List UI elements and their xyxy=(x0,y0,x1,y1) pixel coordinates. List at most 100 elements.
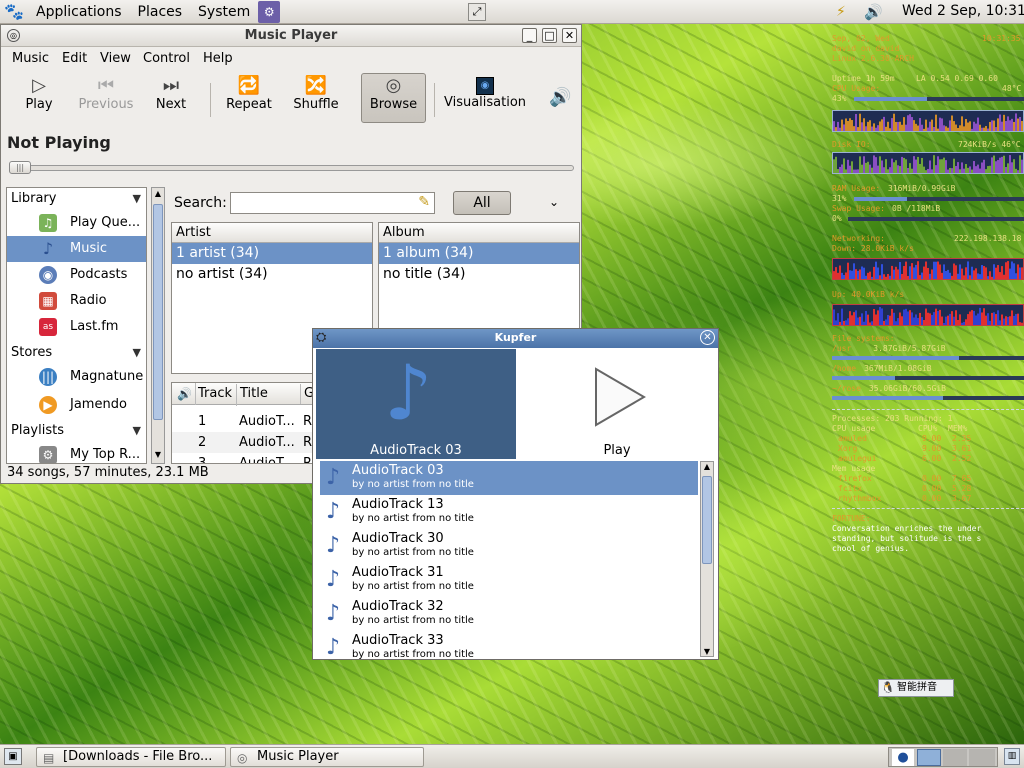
places-menu[interactable]: Places xyxy=(130,0,191,24)
menu-control[interactable]: Control xyxy=(143,51,190,66)
kupfer-list-item[interactable]: ♪ AudioTrack 03 by no artist from no title xyxy=(320,461,698,495)
kupfer-action-pane[interactable]: Play xyxy=(516,349,718,459)
kupfer-object-pane[interactable]: ♪ AudioTrack 03 xyxy=(316,349,516,459)
graph-bar xyxy=(941,316,943,325)
filter-dropdown[interactable]: ⌄ xyxy=(549,195,559,209)
workspace-switcher[interactable]: ● xyxy=(888,747,998,767)
ime-indicator[interactable]: 🐧 智能拼音 xyxy=(878,679,954,697)
launcher-icon[interactable]: ⚙ xyxy=(258,0,281,23)
artist-row[interactable]: no artist (34) xyxy=(172,264,372,285)
graph-bar xyxy=(865,275,867,279)
graph-bar xyxy=(883,167,885,173)
kupfer-list-item[interactable]: ♪ AudioTrack 32 by no artist from no title xyxy=(320,597,698,631)
title-column-header[interactable]: Title xyxy=(236,384,298,406)
browse-button[interactable]: ◎ Browse xyxy=(361,73,426,123)
album-row-all[interactable]: 1 album (34) xyxy=(379,243,579,264)
all-button[interactable]: All xyxy=(453,191,511,215)
graph-bar xyxy=(987,166,989,173)
kupfer-list-item[interactable]: ♪ AudioTrack 31 by no artist from no title xyxy=(320,563,698,597)
library-header[interactable]: Library ▼ xyxy=(7,188,146,210)
show-desktop-icon[interactable]: ⤢ xyxy=(468,3,486,21)
show-desktop-button[interactable]: ▣ xyxy=(4,748,22,765)
visualisation-button[interactable]: ◉ Visualisation xyxy=(443,75,527,123)
album-header[interactable]: Album xyxy=(379,223,579,243)
graph-bar xyxy=(947,127,949,131)
sidebar-item-podcasts[interactable]: ◉ Podcasts xyxy=(7,262,146,288)
system-menu[interactable]: System xyxy=(190,0,258,24)
sidebar-item-magnatune[interactable]: ||| Magnatune xyxy=(7,364,146,390)
menu-edit[interactable]: Edit xyxy=(62,51,87,66)
sidebar-item-radio[interactable]: ▦ Radio xyxy=(7,288,146,314)
menu-music[interactable]: Music xyxy=(12,51,49,66)
graph-bar xyxy=(837,169,839,173)
minimize-button[interactable]: _ xyxy=(522,28,537,43)
sidebar-item-play-queue[interactable]: ♫ Play Que... xyxy=(7,210,146,236)
file-browser-icon: ▤ xyxy=(43,751,55,765)
graph-bar xyxy=(1019,116,1021,131)
gnome-foot-icon[interactable]: 🐾 xyxy=(0,2,28,21)
graph-bar xyxy=(987,276,989,279)
kupfer-list-item[interactable]: ♪ AudioTrack 13 by no artist from no title xyxy=(320,495,698,529)
artist-row-all[interactable]: 1 artist (34) xyxy=(172,243,372,264)
maximize-button[interactable]: □ xyxy=(542,28,557,43)
stores-header[interactable]: Stores ▼ xyxy=(7,342,146,364)
sidebar-item-jamendo[interactable]: ▶ Jamendo xyxy=(7,392,146,418)
kupfer-list-item[interactable]: ♪ AudioTrack 33 by no artist from no title xyxy=(320,631,698,659)
volume-button[interactable]: 🔊 xyxy=(549,87,571,108)
graph-bar xyxy=(887,169,889,173)
graph-bar xyxy=(889,275,891,279)
repeat-button[interactable]: 🔁 Repeat xyxy=(223,75,275,123)
trash-icon[interactable]: ▥ xyxy=(1004,748,1020,765)
kupfer-titlebar[interactable]: ⛭ Kupfer ✕ xyxy=(313,329,718,348)
sidebar-scrollbar[interactable]: ▲ ▼ xyxy=(151,187,165,464)
playing-column-icon[interactable]: 🔊 xyxy=(174,383,196,405)
graph-bar xyxy=(891,308,893,325)
graph-bar xyxy=(899,262,901,279)
menu-help[interactable]: Help xyxy=(203,51,233,66)
volume-icon[interactable]: 🔊 xyxy=(864,3,883,21)
workspace-1[interactable] xyxy=(917,749,941,766)
shuffle-button[interactable]: 🔀 Shuffle xyxy=(289,75,343,123)
play-queue-icon: ♫ xyxy=(39,214,57,232)
clear-icon[interactable]: ✎ xyxy=(418,194,430,210)
kupfer-list-item[interactable]: ♪ AudioTrack 30 by no artist from no title xyxy=(320,529,698,563)
clock[interactable]: Wed 2 Sep, 10:31 xyxy=(902,3,1024,19)
workspace-2[interactable] xyxy=(943,749,967,766)
task-music-player[interactable]: ◎ Music Player xyxy=(230,747,424,767)
menu-view[interactable]: View xyxy=(100,51,131,66)
applications-menu[interactable]: Applications xyxy=(28,0,130,24)
notification-icon[interactable]: ⚡ xyxy=(836,4,846,20)
graph-bar xyxy=(897,269,899,279)
previous-button[interactable]: ⏮ Previous xyxy=(73,75,139,123)
podcast-icon: ◉ xyxy=(39,266,57,284)
album-row[interactable]: no title (34) xyxy=(379,264,579,285)
play-button[interactable]: ▷ Play xyxy=(15,75,63,123)
seek-handle[interactable]: ||| xyxy=(9,161,31,174)
track-column-header[interactable]: Track xyxy=(198,384,232,404)
artist-header[interactable]: Artist xyxy=(172,223,372,243)
search-input[interactable]: ✎ xyxy=(230,192,435,214)
table-row[interactable]: 2AudioT...Re xyxy=(172,432,312,453)
graph-bar xyxy=(919,312,921,325)
graph-bar xyxy=(923,128,925,131)
conky-disk-graph xyxy=(832,152,1024,174)
kupfer-scrollbar[interactable]: ▲ ▼ xyxy=(700,461,714,657)
conky-net-ip: 222.198.138.18 xyxy=(954,234,1022,243)
graph-bar xyxy=(997,118,999,131)
playlists-header[interactable]: Playlists ▼ xyxy=(7,420,146,442)
task-file-browser[interactable]: ▤ [Downloads - File Bro... xyxy=(36,747,226,767)
table-row[interactable]: 1AudioT...Re xyxy=(172,411,312,432)
kupfer-item-name: AudioTrack 03 xyxy=(352,463,444,478)
close-button[interactable]: ✕ xyxy=(562,28,577,43)
kupfer-close-button[interactable]: ✕ xyxy=(700,330,715,345)
seek-bar[interactable] xyxy=(11,165,574,171)
sidebar-item-my-top-rated[interactable]: ⚙ My Top R... xyxy=(7,442,146,463)
next-button[interactable]: ⏭ Next xyxy=(147,75,195,123)
graph-bar xyxy=(959,169,961,173)
workspace-3[interactable] xyxy=(969,749,995,766)
table-row[interactable]: 3AudioT...Re xyxy=(172,453,312,463)
music-player-titlebar[interactable]: ◎ Music Player _ □ ✕ xyxy=(1,25,581,47)
sidebar-item-music[interactable]: ♪ Music xyxy=(7,236,146,262)
graph-bar xyxy=(851,120,853,131)
sidebar-item-lastfm[interactable]: as Last.fm xyxy=(7,314,146,340)
